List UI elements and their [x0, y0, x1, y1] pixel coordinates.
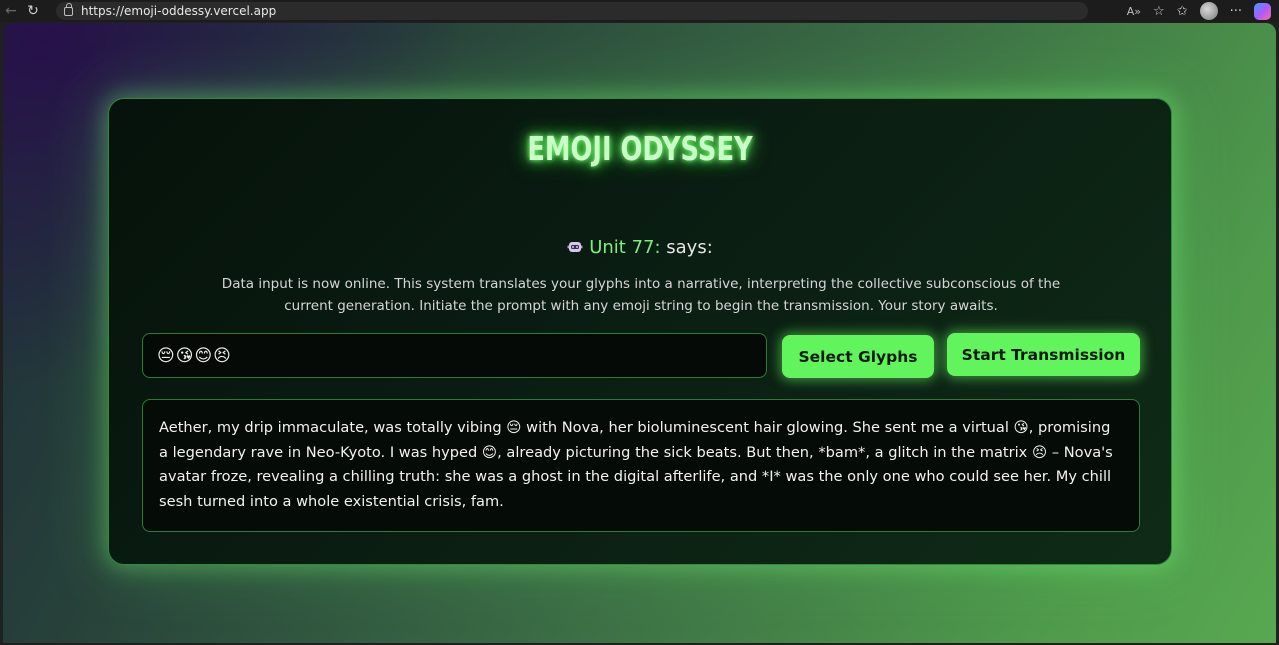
page-title: EMOJI ODYSSEY	[527, 129, 753, 168]
avatar[interactable]	[1199, 2, 1218, 20]
browser-actions: A» ☆ ✩ ···	[1127, 0, 1271, 22]
start-transmission-button[interactable]: Start Transmission	[947, 333, 1140, 376]
read-aloud-icon[interactable]: A»	[1127, 5, 1141, 18]
robot-icon	[567, 242, 583, 252]
speaker-name: Unit 77:	[589, 237, 661, 258]
main-card: EMOJI ODYSSEY Unit 77: says: Data input …	[108, 98, 1172, 565]
address-bar[interactable]: https://emoji-oddessy.vercel.app	[56, 2, 1088, 20]
star-icon[interactable]: ☆	[1153, 4, 1165, 19]
intro-text: Data input is now online. This system tr…	[221, 276, 1061, 314]
url-text[interactable]: https://emoji-oddessy.vercel.app	[81, 4, 276, 18]
story-output: Aether, my drip immaculate, was totally …	[142, 399, 1140, 532]
browser-toolbar: ← ↻ https://emoji-oddessy.vercel.app A» …	[0, 0, 1279, 22]
favorites-icon[interactable]: ✩	[1177, 4, 1188, 19]
select-glyphs-button[interactable]: Select Glyphs	[782, 335, 934, 378]
speaker-line: Unit 77: says:	[109, 237, 1171, 258]
glyph-input[interactable]	[142, 333, 767, 378]
copilot-icon[interactable]	[1254, 2, 1271, 20]
back-arrow-icon[interactable]: ←	[0, 2, 22, 20]
reload-icon[interactable]: ↻	[22, 2, 44, 20]
lock-icon[interactable]	[64, 2, 73, 16]
more-icon[interactable]: ···	[1230, 4, 1242, 19]
page-viewport: EMOJI ODYSSEY Unit 77: says: Data input …	[3, 23, 1276, 643]
speaker-suffix: says:	[660, 237, 713, 258]
